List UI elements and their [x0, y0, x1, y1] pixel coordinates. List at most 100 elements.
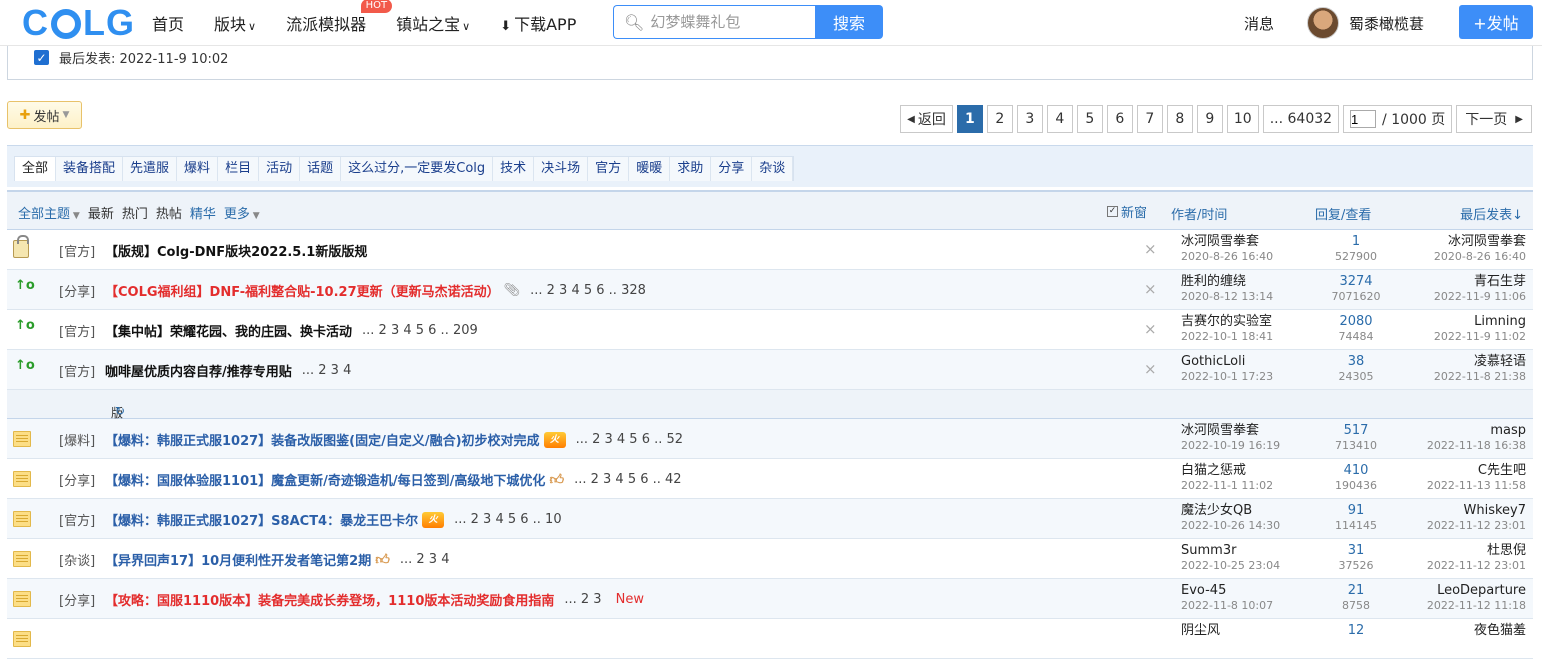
author-name[interactable]: 白猫之惩戒	[1181, 462, 1273, 479]
thread-pages[interactable]: ... 2 3 4	[400, 552, 450, 567]
page-link[interactable]: 9	[1196, 105, 1223, 133]
refresh-icon[interactable]: ↻	[115, 404, 125, 418]
last-poster-name[interactable]: 夜色猫羞	[1474, 622, 1526, 639]
thread-row[interactable]: [官方] 【版规】Colg-DNF版块2022.5.1新版版规 × 冰河陨雪拳套 202…	[7, 230, 1533, 270]
all-topics-filter[interactable]: 全部主题 ▼	[18, 203, 80, 222]
thread-title-link[interactable]: 【攻略：国服1110版本】装备完美成长券登场，1110版本活动奖励食用指南	[105, 590, 554, 609]
new-post-button[interactable]: +发帖	[1459, 5, 1533, 39]
thread-row[interactable]: [爆料] 【爆料：韩服正式服1027】装备改版图鉴(固定/自定义/融合)初步校对完…	[7, 419, 1533, 459]
last-post-time[interactable]: 2022-11-12 23:01	[1427, 559, 1526, 573]
thread-pages[interactable]: ... 2 3 4 5 6 .. 42	[574, 472, 682, 487]
thread-title-link[interactable]: 【爆料：国服体验服1101】魔盒更新/奇迹锻造机/每日签到/高级地下城优化	[105, 470, 545, 489]
page-jump-input[interactable]	[1350, 110, 1377, 128]
username-link[interactable]: 蜀黍橄榄葚	[1349, 13, 1424, 34]
page-link[interactable]: 1	[956, 105, 983, 133]
page-link[interactable]: 2	[986, 105, 1013, 133]
reply-count[interactable]: 12	[1307, 622, 1405, 639]
last-post-time[interactable]: 2022-11-9 11:02	[1434, 330, 1526, 344]
category-tab[interactable]: 装备搭配	[56, 157, 124, 181]
category-tab[interactable]: 先遣服	[123, 157, 178, 181]
last-poster-name[interactable]: C先生吧	[1427, 462, 1526, 479]
category-tab[interactable]: 活动	[259, 157, 301, 181]
category-tab[interactable]: 求助	[670, 157, 712, 181]
last-post-time[interactable]: 2022-11-12 11:18	[1427, 599, 1526, 613]
thread-title-link[interactable]: 【COLG福利组】DNF-福利整合贴-10.27更新（更新马杰诺活动）	[105, 281, 500, 300]
thread-title-link[interactable]: 【集中帖】荣耀花园、我的庄园、换卡活动	[105, 321, 352, 340]
last-poster-name[interactable]: 青石生芽	[1434, 273, 1526, 290]
category-tab[interactable]: 分享	[711, 157, 753, 181]
thread-row[interactable]: [官方] 【爆料：韩服正式服1027】S8ACT4：暴龙王巴卡尔火 ... 2 3 …	[7, 499, 1533, 539]
last-poster-name[interactable]: Whiskey7	[1427, 502, 1526, 519]
author-name[interactable]: 冰河陨雪拳套	[1181, 233, 1273, 250]
author-name[interactable]: Evo-45	[1181, 582, 1273, 599]
thread-row[interactable]: [杂谈] 【异界回声17】10月便利性开发者笔记第2期 👍︎ ... 2 3 4 Sum…	[7, 539, 1533, 579]
reply-count[interactable]: 1	[1307, 233, 1405, 250]
page-link[interactable]: 8	[1166, 105, 1193, 133]
page-link[interactable]: 5	[1076, 105, 1103, 133]
thread-row[interactable]: 阴尘风 12 夜色猫羞	[7, 619, 1533, 659]
thread-type-tag[interactable]: [杂谈]	[59, 550, 95, 569]
reply-count[interactable]: 91	[1307, 502, 1405, 519]
thread-title-link[interactable]: 咖啡屋优质内容自荐/推荐专用贴	[105, 361, 292, 380]
thread-type-tag[interactable]: [官方]	[59, 361, 95, 380]
thread-pages[interactable]: ... 2 3 4 5 6 .. 328	[530, 283, 646, 298]
last-poster-name[interactable]: 凌慕轻语	[1434, 353, 1526, 370]
thread-row[interactable]: [分享] 【攻略：国服1110版本】装备完美成长券登场，1110版本活动奖励食用指…	[7, 579, 1533, 619]
column-author-time[interactable]: 作者/时间	[1171, 204, 1227, 223]
category-tab[interactable]: 暖暖	[629, 157, 671, 181]
colg-logo[interactable]: C LG	[22, 2, 135, 43]
new-window-toggle[interactable]: ✓ 新窗	[1107, 202, 1147, 221]
thread-type-tag[interactable]: [官方]	[59, 321, 95, 340]
thread-type-tag[interactable]: [分享]	[59, 590, 95, 609]
category-tab[interactable]: 决斗场	[534, 157, 589, 181]
sort-hot-posts[interactable]: 热帖	[156, 203, 182, 222]
nav-item-3[interactable]: 镇站之宝 ∨	[396, 11, 470, 35]
category-tab[interactable]: 技术	[493, 157, 535, 181]
last-poster-name[interactable]: Limning	[1434, 313, 1526, 330]
close-icon[interactable]: ×	[1144, 240, 1157, 258]
thread-row[interactable]: ↑o [官方] 咖啡屋优质内容自荐/推荐专用贴 ... 2 3 4 × GothicLol…	[7, 350, 1533, 390]
thread-pages[interactable]: ... 2 3 4 5 6 .. 52	[576, 432, 684, 447]
category-tab[interactable]: 话题	[300, 157, 342, 181]
last-post-time[interactable]: 2022-11-9 11:06	[1434, 290, 1526, 304]
thread-pages[interactable]: ... 2 3	[564, 592, 601, 607]
reply-count[interactable]: 31	[1307, 542, 1405, 559]
reply-count[interactable]: 21	[1307, 582, 1405, 599]
user-avatar[interactable]	[1307, 7, 1339, 39]
category-tab[interactable]: 爆料	[177, 157, 219, 181]
thread-type-tag[interactable]: [官方]	[59, 241, 95, 260]
last-post-checkbox[interactable]: ✓	[34, 50, 49, 65]
close-icon[interactable]: ×	[1144, 360, 1157, 378]
close-icon[interactable]: ×	[1144, 280, 1157, 298]
sort-newest[interactable]: 最新	[88, 203, 114, 222]
thread-title-link[interactable]: 【版规】Colg-DNF版块2022.5.1新版版规	[105, 241, 367, 260]
nav-item-1[interactable]: 版块 ∨	[214, 11, 256, 35]
thread-type-tag[interactable]: [分享]	[59, 281, 95, 300]
more-filters[interactable]: 更多 ▼	[224, 203, 260, 222]
last-post-time[interactable]: 2020-8-26 16:40	[1434, 250, 1526, 264]
thread-row[interactable]: ↑o [官方] 【集中帖】荣耀花园、我的庄园、换卡活动 ... 2 3 4 5 6 .…	[7, 310, 1533, 350]
last-post-time[interactable]: 2022-11-8 21:38	[1434, 370, 1526, 384]
search-button[interactable]: 搜索	[815, 5, 883, 39]
author-name[interactable]: 冰河陨雪拳套	[1181, 422, 1280, 439]
page-link[interactable]: 4	[1046, 105, 1073, 133]
close-icon[interactable]: ×	[1144, 320, 1157, 338]
reply-count[interactable]: 2080	[1307, 313, 1405, 330]
reply-count[interactable]: 410	[1307, 462, 1405, 479]
page-link-last[interactable]: ... 64032	[1262, 105, 1340, 133]
category-tab[interactable]: 这么过分,一定要发Colg	[341, 157, 494, 181]
column-reply-view[interactable]: 回复/查看	[1315, 204, 1371, 223]
thread-type-tag[interactable]: [爆料]	[59, 430, 95, 449]
thread-title-link[interactable]: 【爆料：韩服正式服1027】S8ACT4：暴龙王巴卡尔	[105, 510, 418, 529]
thread-type-tag[interactable]: [官方]	[59, 510, 95, 529]
thread-pages[interactable]: ... 2 3 4 5 6 .. 10	[454, 512, 562, 527]
page-link[interactable]: 7	[1136, 105, 1163, 133]
search-input[interactable]	[650, 13, 811, 31]
post-thread-button[interactable]: ✚ 发帖 ▼	[7, 101, 82, 129]
last-post-time[interactable]: 2022-11-13 11:58	[1427, 479, 1526, 493]
reply-count[interactable]: 517	[1307, 422, 1405, 439]
nav-item-2[interactable]: 流派模拟器 HOT	[286, 0, 393, 35]
category-tab[interactable]: 杂谈	[752, 157, 794, 181]
thread-pages[interactable]: ... 2 3 4	[302, 363, 352, 378]
thread-title-link[interactable]: 【爆料：韩服正式服1027】装备改版图鉴(固定/自定义/融合)初步校对完成	[105, 430, 540, 449]
